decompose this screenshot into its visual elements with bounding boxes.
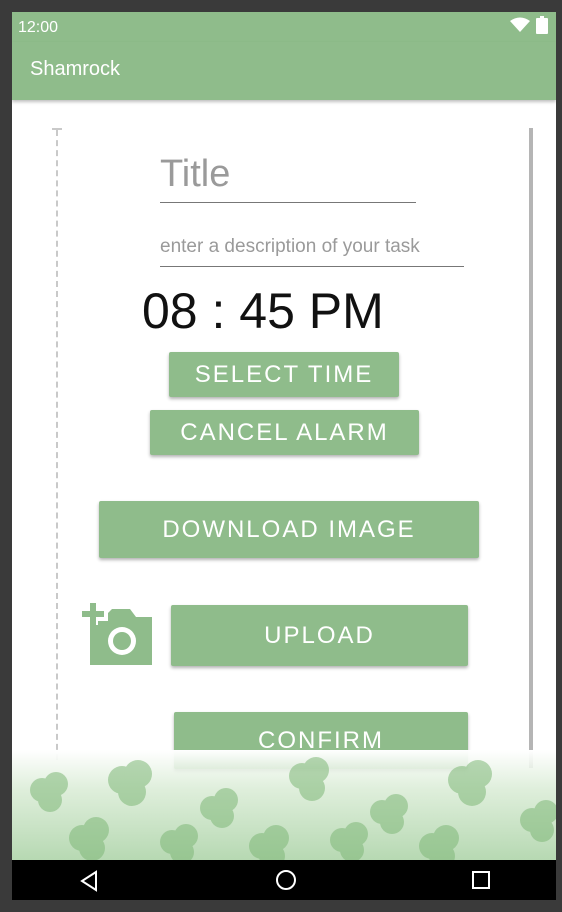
status-icons [510,16,548,34]
home-icon[interactable] [274,868,298,892]
description-input[interactable] [160,228,464,267]
shamrock-background-image [12,750,556,860]
status-bar: 12:00 [12,12,556,42]
battery-icon [536,16,548,34]
recents-icon[interactable] [471,870,491,890]
alarm-time-display: 08 : 45 PM [142,283,384,339]
timeline-divider [56,130,58,760]
back-icon[interactable] [78,870,100,892]
app-bar: Shamrock [12,42,556,100]
navigation-bar [12,860,556,900]
app-screen: 12:00 Shamrock 08 : 45 PM SELECT TIME CA… [12,12,556,900]
cancel-alarm-button[interactable]: CANCEL ALARM [150,410,419,455]
status-time: 12:00 [18,19,59,36]
wifi-icon [510,17,530,32]
title-input[interactable] [160,146,416,203]
select-time-button[interactable]: SELECT TIME [169,352,399,397]
task-form: 08 : 45 PM SELECT TIME CANCEL ALARM DOWN… [12,100,556,860]
upload-button[interactable]: UPLOAD [171,605,468,666]
app-title: Shamrock [30,58,121,80]
clover-pattern [30,757,556,860]
scrollbar[interactable] [529,128,533,768]
download-image-button[interactable]: DOWNLOAD IMAGE [99,501,479,558]
add-photo-icon[interactable] [80,599,156,667]
